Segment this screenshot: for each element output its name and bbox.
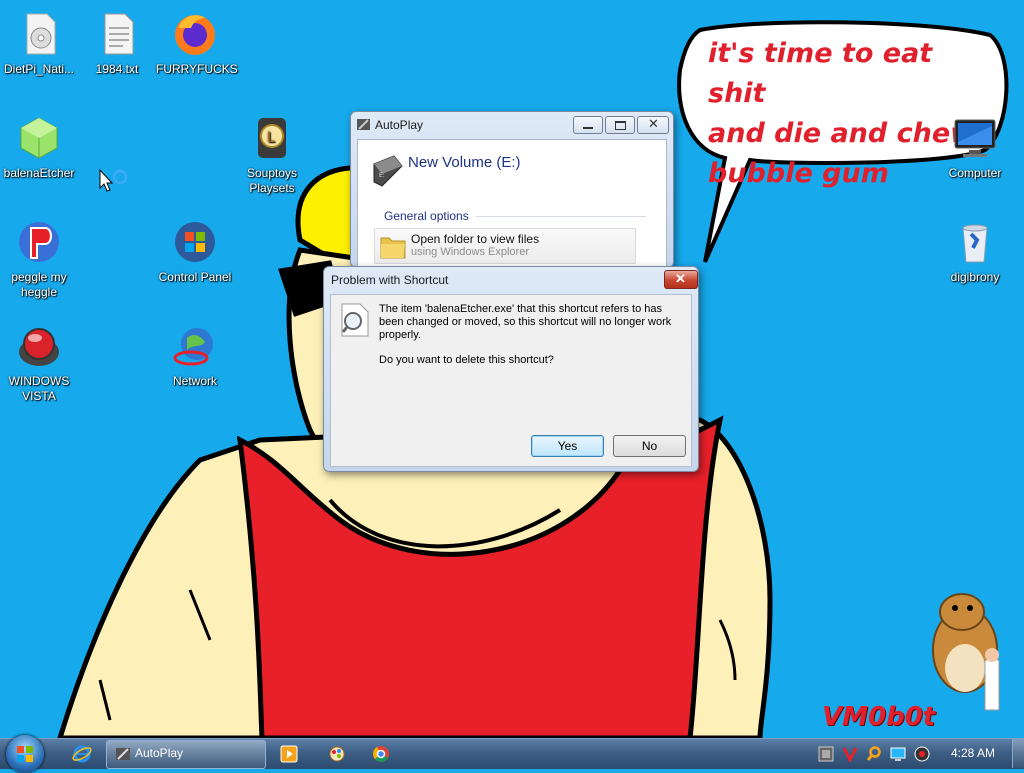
start-button[interactable] — [6, 735, 44, 773]
search-tray-icon[interactable] — [866, 746, 882, 762]
display-tray-icon[interactable] — [890, 746, 906, 762]
vista-orb-icon — [19, 328, 59, 366]
peggle-icon — [19, 222, 59, 262]
removable-drive-icon: E: — [373, 155, 403, 187]
close-button[interactable]: ✕ — [637, 116, 669, 134]
desktop-icon-computer[interactable]: Computer — [936, 114, 1014, 181]
media-tray-icon[interactable] — [914, 746, 930, 762]
dialog-message: The item 'balenaEtcher.exe' that this sh… — [379, 303, 672, 341]
dialog-titlebar[interactable]: Problem with Shortcut ✕ — [324, 267, 698, 293]
internet-explorer-icon — [72, 745, 92, 763]
desktop-icon-label: Souptoys Playsets — [246, 166, 298, 195]
network-globe-icon — [173, 328, 213, 366]
desktop-icon-balenaetcher[interactable]: balenaEtcher — [0, 114, 78, 181]
desktop: it's time to eat shit and die and chew b… — [0, 0, 1024, 738]
v-tray-icon[interactable] — [842, 746, 858, 762]
desktop-icon-peggle[interactable]: peggle my heggle — [0, 218, 78, 300]
show-desktop-button[interactable] — [1012, 739, 1024, 768]
no-button[interactable]: No — [613, 435, 686, 457]
autoplay-title: AutoPlay — [375, 118, 424, 132]
desktop-icon-dietpi[interactable]: DietPi_Nati... — [0, 10, 78, 77]
desktop-icon-label: Network — [172, 374, 217, 388]
dialog-body: The item 'balenaEtcher.exe' that this sh… — [330, 294, 692, 467]
taskbar: AutoPlay 4:28 AM — [0, 735, 1024, 773]
desktop-icon-label: FURRYFUCKS — [156, 62, 238, 76]
desktop-icon-label: Computer — [948, 166, 1002, 180]
option-title: Open folder to view files — [411, 232, 540, 246]
chrome-icon — [373, 746, 389, 762]
mouse-cursor-icon — [99, 168, 128, 192]
dialog-question: Do you want to delete this shortcut? — [379, 354, 554, 366]
media-player-icon — [280, 745, 298, 763]
minimize-button[interactable] — [573, 116, 603, 134]
close-icon: ✕ — [648, 116, 659, 131]
yes-button[interactable]: Yes — [531, 435, 604, 457]
taskbar-pinned-chrome[interactable] — [362, 742, 400, 766]
control-panel-icon — [175, 222, 215, 262]
firefox-icon — [175, 15, 215, 55]
desktop-icon-label: balenaEtcher — [3, 166, 75, 180]
option-subtitle: using Windows Explorer — [411, 246, 529, 258]
clock[interactable]: 4:28 AM — [945, 746, 1001, 760]
shortcut-dialog: Problem with Shortcut ✕ The item 'balena… — [323, 266, 699, 472]
desktop-icon-label: WINDOWS VISTA — [8, 374, 70, 403]
windows-logo-icon — [17, 746, 33, 762]
bubble-line-1: it's time to eat shit — [708, 38, 933, 109]
taskbar-task-autoplay[interactable]: AutoPlay — [106, 740, 266, 769]
close-icon: ✕ — [675, 271, 686, 286]
autoplay-titlebar[interactable]: AutoPlay ✕ — [351, 112, 673, 138]
taskbar-task-label: AutoPlay — [135, 746, 184, 760]
open-folder-option[interactable]: Open folder to view files using Windows … — [374, 228, 636, 264]
desktop-icon-label: Control Panel — [158, 270, 232, 284]
svg-text:E:: E: — [379, 172, 385, 179]
maximize-button[interactable] — [605, 116, 635, 134]
dialog-title: Problem with Shortcut — [331, 273, 449, 287]
desktop-icon-label: 1984.txt — [95, 62, 139, 76]
section-divider — [476, 216, 646, 217]
computer-monitor-icon — [954, 119, 996, 157]
souptoys-icon: L — [258, 118, 286, 158]
wallpaper-signature: VM0b0t — [822, 702, 936, 732]
autoplay-body: E: New Volume (E:) General options Open … — [357, 139, 667, 267]
recycle-bin-icon — [962, 224, 988, 263]
dialog-close-button[interactable]: ✕ — [664, 270, 698, 289]
hamster-image — [932, 593, 1000, 711]
vm-tray-icon[interactable] — [818, 746, 834, 762]
taskbar-pinned-paint[interactable] — [318, 742, 356, 766]
folder-icon — [380, 237, 406, 259]
desktop-icon-network[interactable]: Network — [156, 322, 234, 389]
magnifier-document-icon — [341, 303, 369, 337]
taskbar-pinned-media-player[interactable] — [270, 742, 308, 766]
cd-file-icon — [26, 13, 56, 55]
desktop-icon-windows-vista[interactable]: WINDOWS VISTA — [0, 322, 78, 404]
taskbar-pinned-internet-explorer[interactable] — [62, 742, 100, 766]
desktop-icon-label: peggle my heggle — [11, 270, 67, 299]
desktop-icon-1984-txt[interactable]: 1984.txt — [78, 10, 156, 77]
autoplay-app-icon — [357, 119, 370, 130]
desktop-icon-souptoys[interactable]: L Souptoys Playsets — [233, 114, 311, 196]
paint-icon — [329, 746, 345, 762]
desktop-icon-furryfucks[interactable]: FURRYFUCKS — [156, 10, 238, 77]
text-file-icon — [104, 13, 134, 55]
section-heading: General options — [384, 209, 469, 223]
desktop-icon-digibrony[interactable]: digibrony — [936, 218, 1014, 285]
svg-text:L: L — [267, 130, 275, 146]
drive-label: New Volume (E:) — [408, 154, 521, 171]
desktop-icon-control-panel[interactable]: Control Panel — [156, 218, 234, 285]
autoplay-task-icon — [116, 748, 130, 760]
system-tray — [812, 739, 942, 768]
desktop-icon-label: digibrony — [950, 270, 1000, 284]
desktop-icon-label: DietPi_Nati... — [3, 62, 75, 76]
autoplay-window: AutoPlay ✕ E: New Volume (E:) General op… — [350, 111, 674, 268]
balena-cube-icon — [20, 117, 58, 159]
